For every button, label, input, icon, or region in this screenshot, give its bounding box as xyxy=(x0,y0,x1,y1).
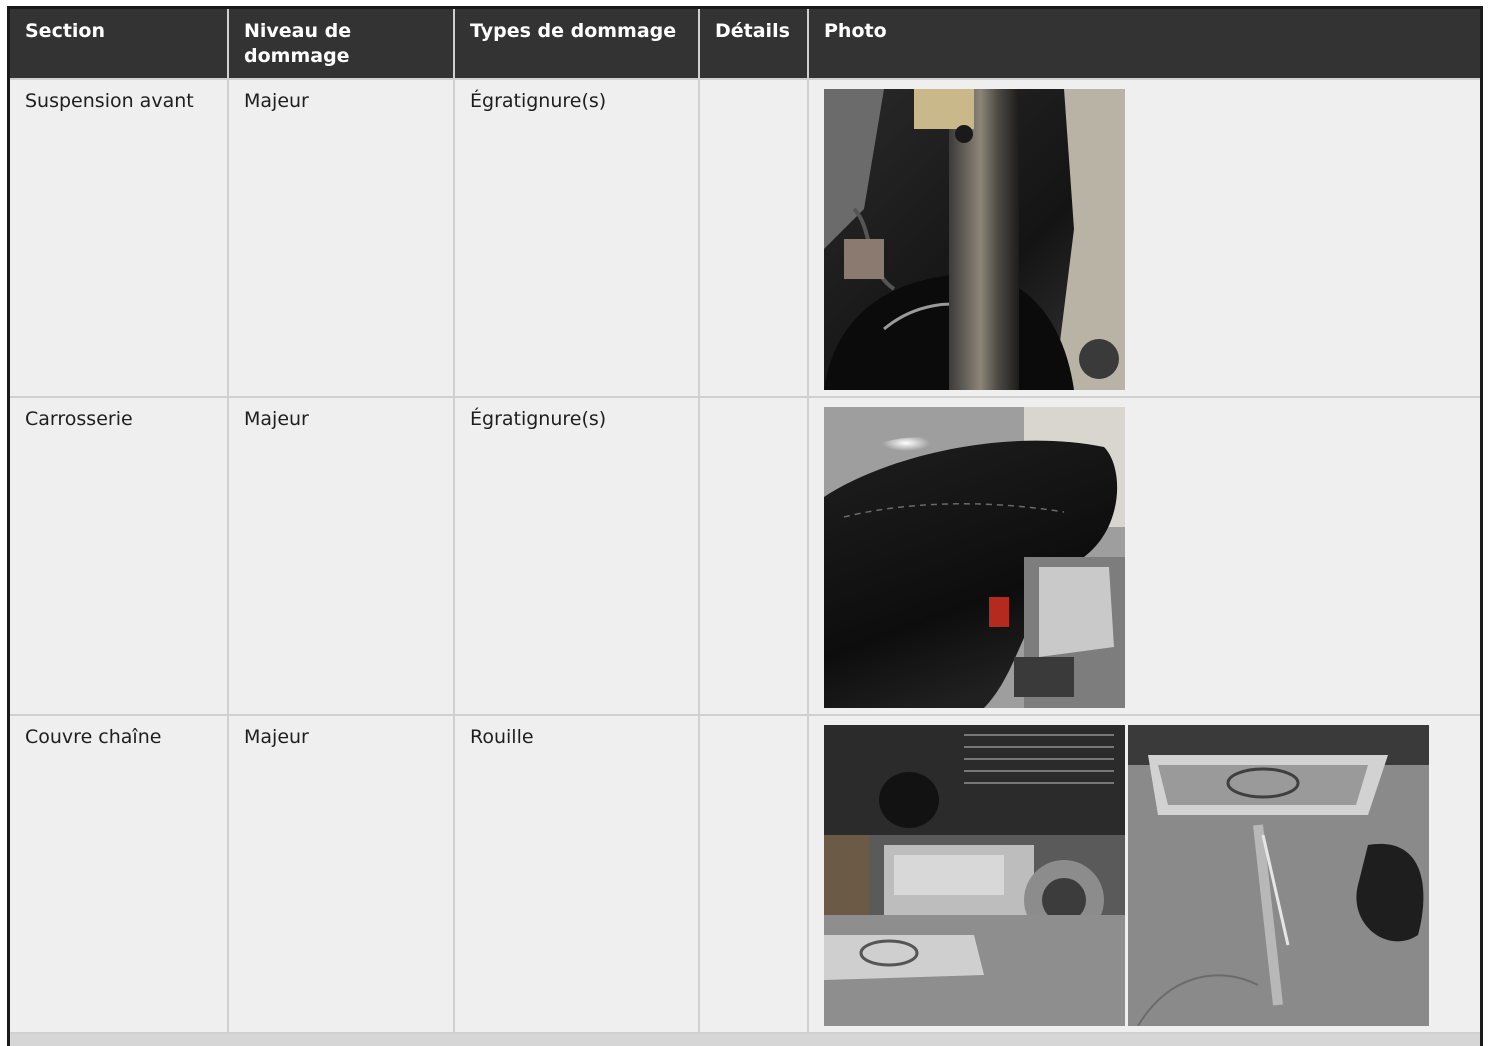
damage-table: Section Niveau de dommage Types de domma… xyxy=(10,9,1480,1034)
photo-engine-footboard[interactable] xyxy=(824,725,1125,1026)
photo-footboard-kickstand[interactable] xyxy=(1128,725,1429,1026)
cell-photos xyxy=(808,715,1480,1034)
table-row: Couvre chaîne Majeur Rouille xyxy=(10,715,1480,1034)
header-photo: Photo xyxy=(808,9,1480,80)
cell-details xyxy=(699,397,809,716)
cell-types: Rouille xyxy=(454,715,700,1034)
cell-section: Carrosserie xyxy=(10,397,229,716)
cell-photos xyxy=(808,79,1480,398)
header-details: Détails xyxy=(699,9,809,80)
header-niveau: Niveau de dommage xyxy=(228,9,455,80)
cell-types: Égratignure(s) xyxy=(454,397,700,716)
report-frame: Section Niveau de dommage Types de domma… xyxy=(7,6,1483,1046)
table-row: Suspension avant Majeur Égratignure(s) xyxy=(10,79,1480,398)
header-section: Section xyxy=(10,9,229,80)
cell-photos xyxy=(808,397,1480,716)
photo-fuel-tank[interactable] xyxy=(824,407,1125,708)
cell-details xyxy=(699,79,809,398)
cell-section: Couvre chaîne xyxy=(10,715,229,1034)
cell-section: Suspension avant xyxy=(10,79,229,398)
table-header-row: Section Niveau de dommage Types de domma… xyxy=(10,9,1480,80)
cell-details xyxy=(699,715,809,1034)
cell-types: Égratignure(s) xyxy=(454,79,700,398)
photo-front-fork[interactable] xyxy=(824,89,1125,390)
header-types: Types de dommage xyxy=(454,9,700,80)
cell-niveau: Majeur xyxy=(228,397,455,716)
cell-niveau: Majeur xyxy=(228,79,455,398)
cell-niveau: Majeur xyxy=(228,715,455,1034)
table-row: Carrosserie Majeur Égratignure(s) xyxy=(10,397,1480,716)
